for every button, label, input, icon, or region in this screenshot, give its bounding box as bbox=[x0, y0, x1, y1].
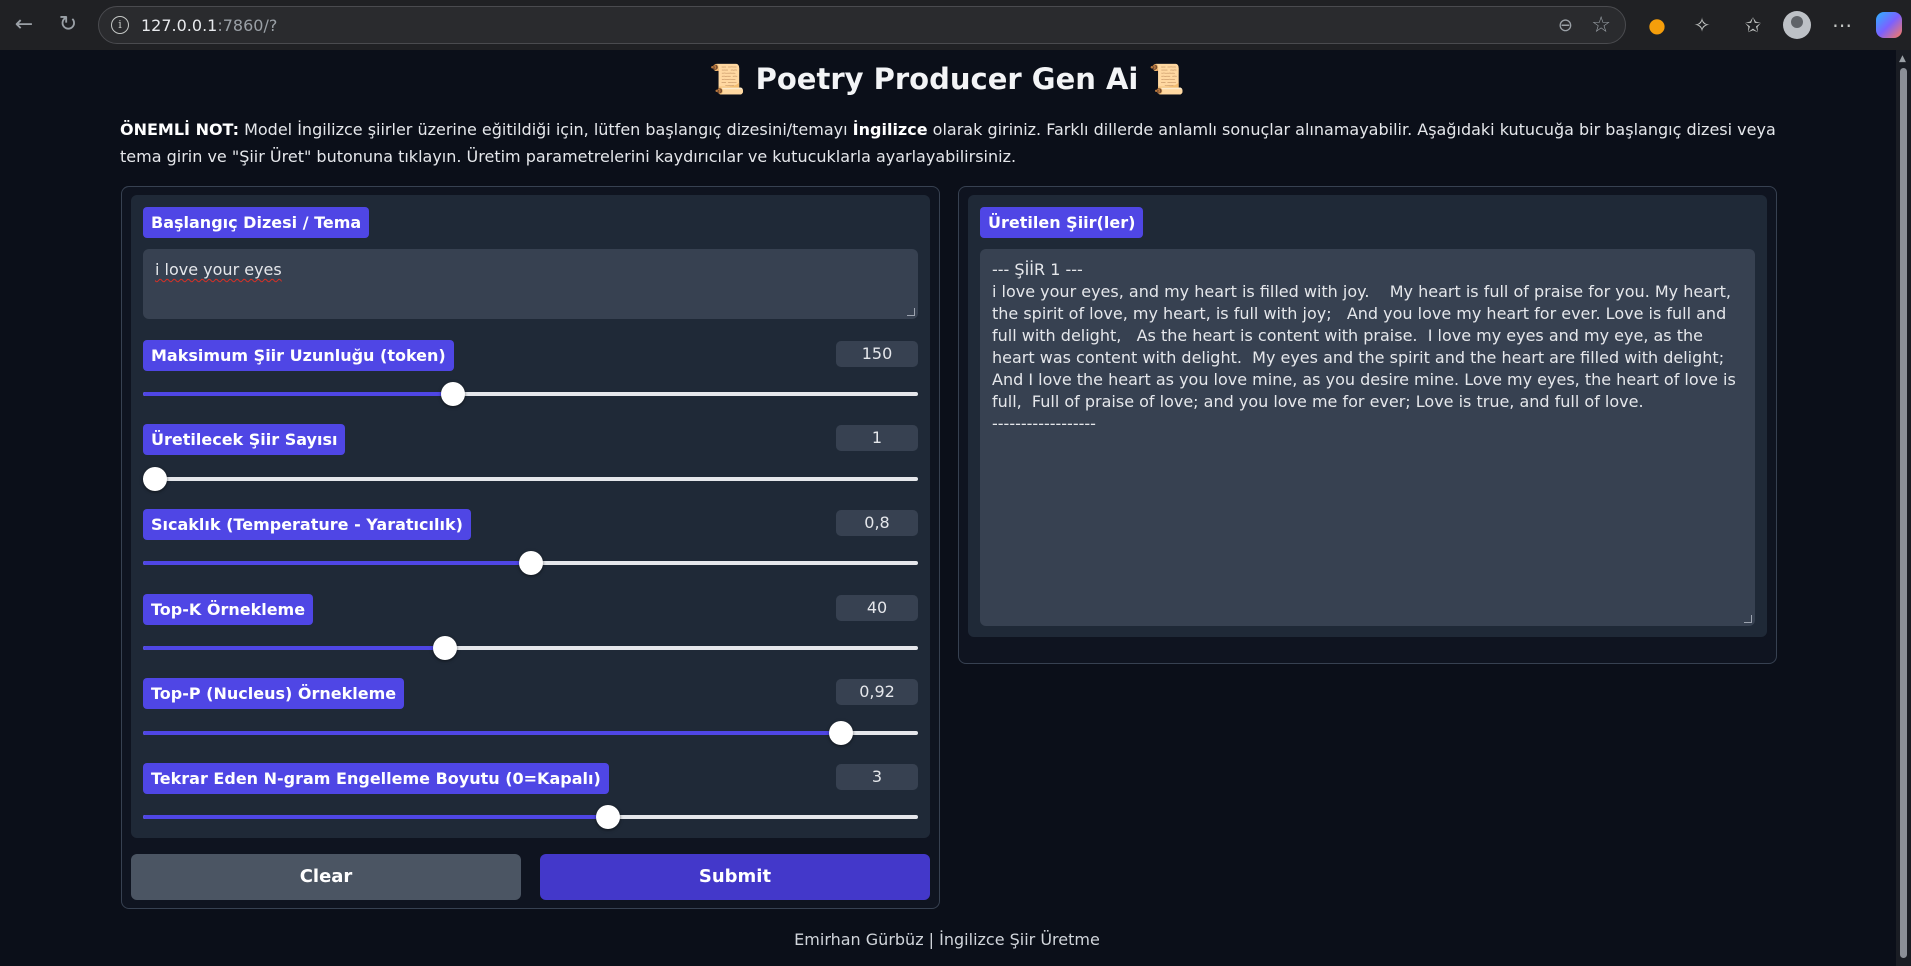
submit-button[interactable]: Submit bbox=[540, 854, 930, 900]
slider-fill bbox=[143, 646, 446, 650]
slider-thumb[interactable] bbox=[433, 636, 458, 660]
browser-toolbar: ← ↻ i 127.0.0.1:7860/? ⊖ ☆ ● ✧ ✩ ⋯ bbox=[0, 0, 1911, 50]
copilot-icon[interactable] bbox=[1876, 12, 1902, 38]
output-textarea[interactable]: --- ŞİİR 1 --- i love your eyes, and my … bbox=[980, 249, 1755, 626]
output-block: Üretilen Şiir(ler) --- ŞİİR 1 --- i love… bbox=[968, 195, 1767, 637]
extension-icon[interactable]: ● bbox=[1642, 10, 1672, 40]
temperature-number[interactable]: 0,8 bbox=[836, 510, 918, 536]
top-p-number[interactable]: 0,92 bbox=[836, 679, 918, 705]
temperature-slider[interactable] bbox=[143, 551, 918, 575]
url-text[interactable]: 127.0.0.1:7860/? bbox=[141, 16, 277, 35]
temperature-label: Sıcaklık (Temperature - Yaratıcılık) bbox=[143, 509, 471, 540]
scrollbar-thumb[interactable] bbox=[1900, 68, 1907, 958]
back-icon[interactable]: ← bbox=[10, 11, 38, 39]
max-length-number[interactable]: 150 bbox=[836, 341, 918, 367]
max-length-slider[interactable] bbox=[143, 382, 918, 406]
reload-icon[interactable]: ↻ bbox=[54, 11, 82, 39]
prompt-label: Başlangıç Dizesi / Tema bbox=[143, 207, 370, 238]
resize-handle-icon[interactable] bbox=[907, 308, 915, 316]
max-length-label: Maksimum Şiir Uzunluğu (token) bbox=[143, 340, 454, 371]
resize-handle-icon[interactable] bbox=[1744, 615, 1752, 623]
note-label: ÖNEMLİ NOT: bbox=[120, 120, 239, 139]
note-bold-word: İngilizce bbox=[852, 120, 928, 139]
favorites-icon[interactable]: ✩ bbox=[1738, 10, 1768, 40]
top-k-label: Top-K Örnekleme bbox=[143, 594, 314, 625]
poem-count-label: Üretilecek Şiir Sayısı bbox=[143, 424, 346, 455]
slider-thumb[interactable] bbox=[518, 551, 543, 575]
slider-fill bbox=[143, 731, 841, 735]
generated-poem: --- ŞİİR 1 --- i love your eyes, and my … bbox=[992, 260, 1736, 433]
slider-fill bbox=[143, 815, 608, 819]
ngram-label: Tekrar Eden N-gram Engelleme Boyutu (0=K… bbox=[143, 763, 609, 794]
zoom-icon[interactable]: ⊖ bbox=[1558, 15, 1573, 36]
output-label: Üretilen Şiir(ler) bbox=[980, 207, 1144, 238]
input-block: Başlangıç Dizesi / Tema i love your eyes… bbox=[131, 195, 930, 838]
poem-count-slider[interactable] bbox=[143, 467, 918, 491]
ngram-slider[interactable] bbox=[143, 805, 918, 829]
page-title: 📜 Poetry Producer Gen Ai 📜 bbox=[709, 62, 1185, 96]
slider-fill bbox=[143, 392, 453, 396]
top-p-slider[interactable] bbox=[143, 721, 918, 745]
ngram-number[interactable]: 3 bbox=[836, 764, 918, 790]
footer: Emirhan Gürbüz | İngilizce Şiir Üretme bbox=[794, 930, 1100, 949]
input-panel: Başlangıç Dizesi / Tema i love your eyes… bbox=[121, 186, 940, 909]
scroll-up-icon[interactable]: ▲ bbox=[1899, 54, 1906, 64]
slider-thumb[interactable] bbox=[143, 467, 167, 491]
slider-thumb[interactable] bbox=[441, 382, 465, 406]
top-k-number[interactable]: 40 bbox=[836, 595, 918, 621]
address-bar[interactable]: i 127.0.0.1:7860/? ⊖ ☆ bbox=[98, 6, 1626, 44]
site-info-icon[interactable]: i bbox=[111, 16, 129, 34]
bookmark-star-icon[interactable]: ☆ bbox=[1591, 13, 1611, 38]
important-note: ÖNEMLİ NOT: Model İngilizce şiirler üzer… bbox=[120, 116, 1780, 170]
slider-thumb[interactable] bbox=[596, 805, 620, 829]
more-menu-icon[interactable]: ⋯ bbox=[1827, 10, 1857, 40]
clear-button[interactable]: Clear bbox=[131, 854, 521, 900]
slider-thumb[interactable] bbox=[828, 721, 853, 745]
page-scrollbar[interactable]: ▲ bbox=[1896, 50, 1911, 966]
prompt-input[interactable]: i love your eyes bbox=[143, 249, 918, 319]
extensions-puzzle-icon[interactable]: ✧ bbox=[1687, 10, 1717, 40]
note-text-1: Model İngilizce şiirler üzerine eğitildi… bbox=[239, 120, 853, 139]
slider-fill bbox=[143, 561, 531, 565]
profile-avatar[interactable] bbox=[1783, 11, 1811, 39]
poem-count-number[interactable]: 1 bbox=[836, 425, 918, 451]
top-p-label: Top-P (Nucleus) Örnekleme bbox=[143, 678, 405, 709]
output-panel: Üretilen Şiir(ler) --- ŞİİR 1 --- i love… bbox=[958, 186, 1777, 664]
top-k-slider[interactable] bbox=[143, 636, 918, 660]
